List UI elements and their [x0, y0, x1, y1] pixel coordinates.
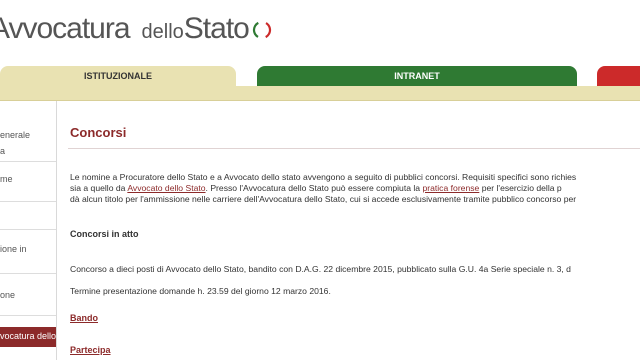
deadline-text: Termine presentazione domande h. 23.59 d…	[70, 286, 331, 296]
intro-line-3: dà alcun titolo per l'ammissione nelle c…	[70, 194, 577, 204]
sidebar-item-one[interactable]: one	[0, 289, 56, 302]
sidebar: enerale a me ione in one vocatura dello	[0, 101, 57, 360]
sidebar-item-segretariato[interactable]: enerale	[0, 129, 56, 142]
pratica-forense-link[interactable]: pratica forense	[422, 183, 479, 193]
logo-text-avvocatura: Avvocatura	[0, 12, 131, 45]
sidebar-item-active[interactable]: vocatura dello	[0, 327, 56, 347]
intro-line-2-text-c: per l'esercizio della p	[479, 183, 562, 193]
tab-istituzionale[interactable]: ISTITUZIONALE	[0, 66, 236, 86]
partecipa-link[interactable]: Partecipa	[70, 345, 111, 355]
sidebar-divider	[0, 201, 56, 202]
tab-intranet[interactable]: INTRANET	[257, 66, 577, 86]
sidebar-divider	[0, 315, 56, 316]
tab-partial-red[interactable]	[597, 66, 640, 86]
logo-text-dello: dello	[141, 21, 184, 43]
sidebar-active-label: vocatura dello	[0, 331, 57, 341]
sidebar-item-nome[interactable]: me	[0, 173, 56, 186]
main-content: Concorsi Le nomine a Procuratore dello S…	[68, 101, 640, 360]
avvocato-dello-stato-link[interactable]: Avvocato dello Stato	[127, 183, 205, 193]
title-divider	[68, 148, 640, 149]
sidebar-divider	[0, 161, 56, 162]
intro-line-2-text-b: . Presso l'Avvocatura dello Stato può es…	[205, 183, 423, 193]
logo-emblem-icon	[251, 19, 273, 41]
sidebar-divider	[0, 273, 56, 274]
sidebar-item-segretariato-cont[interactable]: a	[0, 145, 56, 158]
intro-line-2-text-a: sia a quello da	[70, 183, 128, 193]
page-title: Concorsi	[70, 125, 127, 140]
concorso-announcement: Concorso a dieci posti di Avvocato dello…	[70, 264, 571, 274]
tab-underbar	[0, 86, 640, 101]
section-heading: Concorsi in atto	[70, 229, 139, 239]
bando-link[interactable]: Bando	[70, 313, 98, 323]
site-logo[interactable]: Avvocatura dello Stato	[0, 12, 273, 52]
logo-text-stato: Stato	[183, 12, 250, 45]
sidebar-divider	[0, 229, 56, 230]
main-tabs: ISTITUZIONALE INTRANET	[0, 66, 640, 86]
sidebar-item-ione-in[interactable]: ione in	[0, 243, 56, 256]
